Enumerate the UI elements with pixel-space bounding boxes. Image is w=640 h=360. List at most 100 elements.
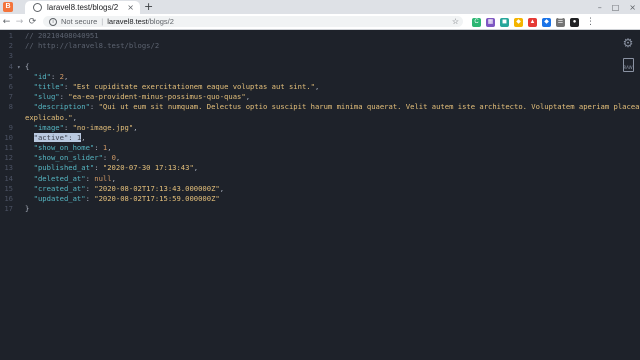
code-token: explicabo.": [25, 112, 73, 122]
ext-grid-icon[interactable]: ▦: [486, 17, 495, 27]
line-number: 8: [8, 102, 13, 112]
back-button[interactable]: ←: [0, 17, 13, 27]
line-number: 15: [4, 183, 13, 193]
code-token: "published_at": [33, 163, 95, 173]
app-logo-icon[interactable]: B: [3, 2, 13, 12]
security-label: Not secure: [61, 17, 98, 26]
code-line: 7 "slug": "ea-ea-provident-minus-possimu…: [0, 92, 640, 102]
url-path: /blogs/2: [147, 17, 174, 26]
ext-dark-icon[interactable]: ●: [570, 17, 579, 27]
code-token: ,: [193, 163, 199, 173]
selected-text: "active": 1: [33, 132, 82, 142]
code-token: ,: [245, 92, 251, 102]
code-line: 2 // http://laravel8.test/blogs/2: [0, 41, 640, 51]
window-controls: – □ ×: [598, 0, 636, 14]
line-number: 5: [8, 71, 13, 81]
ext-red-icon[interactable]: ▲: [528, 17, 537, 27]
code-token: "2020-07-30 17:13:43": [102, 163, 194, 173]
ext-grey-icon[interactable]: ☰: [556, 17, 565, 27]
settings-gear-icon[interactable]: ⚙: [622, 36, 634, 50]
code-line: 12 "show_on_slider": 0,: [0, 153, 640, 163]
ext-blue-icon[interactable]: ◆: [542, 17, 551, 27]
code-line: 3: [0, 51, 640, 61]
bookmark-star-icon[interactable]: ☆: [452, 17, 459, 26]
code-line: 5 "id": 2,: [0, 72, 640, 82]
address-bar[interactable]: i Not secure | laravel8.test/blogs/2 ☆: [43, 16, 463, 27]
line-number: 3: [8, 51, 13, 61]
code-token: ,: [115, 153, 121, 163]
code-line: 13 "published_at": "2020-07-30 17:13:43"…: [0, 163, 640, 173]
close-tab-icon[interactable]: ×: [127, 3, 134, 12]
code-token: :: [94, 163, 103, 173]
code-token: :: [59, 92, 69, 102]
browser-tab[interactable]: laravel8.test/blogs/2 ×: [25, 1, 140, 14]
code-token: "show_on_home": [33, 143, 95, 153]
line-number: 17: [4, 204, 13, 214]
maximize-button[interactable]: □: [612, 3, 620, 12]
json-viewer: 1 // 20210408040951 2 // http://laravel8.te…: [0, 30, 640, 360]
code-token: }: [25, 204, 30, 214]
tab-strip: B laravel8.test/blogs/2 × + – □ ×: [0, 0, 640, 14]
code-token: "description": [33, 102, 90, 112]
code-line: 15 "created_at": "2020-08-02T17:13:43.00…: [0, 184, 640, 194]
ext-yellow-icon[interactable]: ◆: [514, 17, 523, 27]
line-number: 6: [8, 81, 13, 91]
forward-button[interactable]: →: [13, 17, 26, 27]
browser-menu-icon[interactable]: ⋮: [584, 17, 597, 27]
code-line: 11 "show_on_home": 1,: [0, 143, 640, 153]
code-line: 4 ▾{: [0, 62, 640, 72]
code-token: {: [25, 61, 30, 71]
ext-teal-icon[interactable]: ◼: [500, 17, 509, 27]
minimize-button[interactable]: –: [598, 3, 602, 12]
code-token: :: [85, 173, 95, 183]
code-line: 17}: [0, 204, 640, 214]
code-token: ,: [72, 112, 77, 122]
code-token: ,: [107, 143, 112, 153]
new-tab-button[interactable]: +: [144, 0, 153, 14]
code-token: "id": [33, 71, 51, 81]
code-token: null: [94, 173, 112, 183]
close-window-button[interactable]: ×: [629, 3, 636, 12]
code-line: 16 "updated_at": "2020-08-02T17:15:59.00…: [0, 194, 640, 204]
line-number: 10: [4, 132, 13, 142]
code-token: ,: [314, 81, 320, 91]
code-line: explicabo.",: [0, 113, 640, 123]
reload-button[interactable]: ⟳: [26, 17, 39, 27]
code-token: "image": [33, 122, 64, 132]
code-token: "ea-ea-provident-minus-possimus-quo-quas…: [68, 92, 246, 102]
code-token: :: [102, 153, 112, 163]
code-token: "2020-08-02T17:13:43.000000Z": [94, 183, 220, 193]
code-token: :: [63, 122, 73, 132]
code-lines: 1 // 20210408040951 2 // http://laravel8.te…: [0, 31, 640, 214]
extension-icons: C ▦ ◼ ◆ ▲ ◆ ☰ ● ⋮: [472, 17, 597, 27]
code-token: // http://laravel8.test/blogs/2: [25, 41, 160, 51]
tab-title: laravel8.test/blogs/2: [47, 3, 119, 12]
code-token: :: [50, 71, 60, 81]
line-number: 7: [8, 92, 13, 102]
ext-green-c-icon[interactable]: C: [472, 17, 481, 27]
code-token: // 20210408040951: [25, 31, 99, 40]
line-number: 9: [8, 122, 13, 132]
address-separator: |: [101, 17, 104, 26]
info-icon[interactable]: i: [49, 17, 57, 26]
code-token: "deleted_at": [33, 173, 86, 183]
code-line: 8 "description": "Qui ut eum sit numquam…: [0, 102, 640, 112]
code-token: "slug": [33, 92, 60, 102]
code-line: 10 "active": 1,: [0, 132, 640, 143]
line-number: 1: [8, 31, 13, 40]
code-token: "updated_at": [33, 194, 86, 203]
code-token: ,: [219, 183, 225, 193]
raw-view-icon[interactable]: RAW: [622, 58, 634, 72]
code-token: "Qui ut eum sit numquam. Delectus optio …: [98, 102, 640, 112]
code-token: "title": [33, 81, 64, 91]
code-token: "created_at": [33, 183, 86, 193]
code-token: :: [85, 183, 95, 193]
